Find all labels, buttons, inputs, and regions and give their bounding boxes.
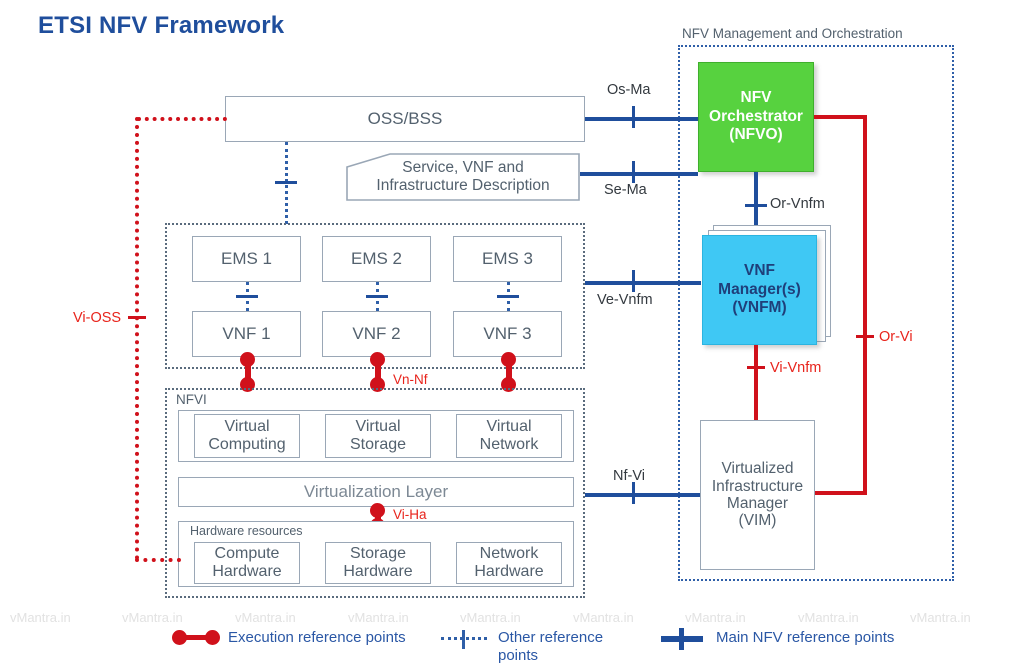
watermark: vMantra.in bbox=[685, 610, 746, 625]
ve-vnfm-line bbox=[585, 281, 701, 285]
watermark: vMantra.in bbox=[348, 610, 409, 625]
vim-box[interactable]: Virtualized Infrastructure Manager (VIM) bbox=[700, 420, 815, 570]
ve-vnfm-tick bbox=[632, 270, 635, 292]
ems-box-3[interactable]: EMS 3 bbox=[453, 236, 562, 282]
oss-bss-box[interactable]: OSS/BSS bbox=[225, 96, 585, 142]
compute-hardware-box[interactable]: Compute Hardware bbox=[194, 542, 300, 584]
nfvi-container-label: NFVI bbox=[176, 392, 207, 407]
virtual-network-box[interactable]: Virtual Network bbox=[456, 414, 562, 458]
ems-box-2[interactable]: EMS 2 bbox=[322, 236, 431, 282]
ems-vnf-tick-3 bbox=[497, 295, 519, 298]
network-hardware-box[interactable]: Network Hardware bbox=[456, 542, 562, 584]
oss-to-ems-tick bbox=[275, 181, 297, 184]
storage-hardware-box[interactable]: Storage Hardware bbox=[325, 542, 431, 584]
nfv-orchestrator-box[interactable]: NFV Orchestrator (NFVO) bbox=[698, 62, 814, 172]
main-nfv-reference-marker-icon bbox=[661, 628, 707, 650]
watermark: vMantra.in bbox=[910, 610, 971, 625]
or-vnfm-tick bbox=[745, 204, 767, 207]
vi-ha-label: Vi-Ha bbox=[393, 507, 427, 522]
page-title: ETSI NFV Framework bbox=[38, 12, 285, 39]
vnf-box-1[interactable]: VNF 1 bbox=[192, 311, 301, 357]
vn-nf-connector-2 bbox=[370, 352, 386, 392]
watermark: vMantra.in bbox=[460, 610, 521, 625]
or-vi-line-top bbox=[814, 115, 867, 119]
or-vnfm-label: Or-Vnfm bbox=[770, 196, 825, 212]
legend-label-execution: Execution reference points bbox=[228, 629, 406, 646]
ems-vnf-tick-2 bbox=[366, 295, 388, 298]
vi-vnfm-line bbox=[754, 345, 758, 420]
se-ma-label: Se-Ma bbox=[604, 182, 647, 198]
or-vi-tick bbox=[856, 335, 874, 338]
se-ma-tick bbox=[632, 161, 635, 183]
vi-oss-tick bbox=[128, 316, 146, 319]
watermark: vMantra.in bbox=[573, 610, 634, 625]
or-vi-line-bottom bbox=[815, 491, 865, 495]
se-ma-line bbox=[580, 172, 698, 176]
os-ma-line bbox=[585, 117, 698, 121]
or-vi-line-vertical bbox=[863, 115, 867, 495]
vn-nf-connector-1 bbox=[240, 352, 256, 392]
vn-nf-label: Vn-Nf bbox=[393, 372, 428, 387]
nf-vi-tick bbox=[632, 482, 635, 504]
hardware-resources-label: Hardware resources bbox=[190, 524, 303, 538]
description-box[interactable]: Service, VNF and Infrastructure Descript… bbox=[346, 153, 580, 201]
or-vi-label: Or-Vi bbox=[879, 329, 913, 345]
vi-oss-dotted-vertical bbox=[135, 117, 139, 560]
watermark: vMantra.in bbox=[235, 610, 296, 625]
virtual-computing-box[interactable]: Virtual Computing bbox=[194, 414, 300, 458]
watermark: vMantra.in bbox=[122, 610, 183, 625]
description-box-label: Service, VNF and Infrastructure Descript… bbox=[376, 159, 550, 194]
vi-oss-dotted-horizontal-top bbox=[137, 117, 227, 121]
mano-container-label: NFV Management and Orchestration bbox=[682, 26, 903, 41]
vnf-manager-box[interactable]: VNF Manager(s) (VNFM) bbox=[702, 235, 817, 345]
vi-oss-label: Vi-OSS bbox=[73, 310, 122, 326]
watermark: vMantra.in bbox=[10, 610, 71, 625]
virtual-storage-box[interactable]: Virtual Storage bbox=[325, 414, 431, 458]
vnf-box-2[interactable]: VNF 2 bbox=[322, 311, 431, 357]
vnf-box-3[interactable]: VNF 3 bbox=[453, 311, 562, 357]
ve-vnfm-label: Ve-Vnfm bbox=[597, 292, 653, 308]
vi-vnfm-tick bbox=[747, 366, 765, 369]
os-ma-tick bbox=[632, 106, 635, 128]
legend-label-main: Main NFV reference points bbox=[716, 629, 895, 646]
ems-box-1[interactable]: EMS 1 bbox=[192, 236, 301, 282]
other-reference-marker-icon bbox=[441, 630, 491, 649]
watermark: vMantra.in bbox=[798, 610, 859, 625]
nf-vi-label: Nf-Vi bbox=[613, 468, 645, 484]
ems-vnf-tick-1 bbox=[236, 295, 258, 298]
nf-vi-line bbox=[585, 493, 701, 497]
vi-vnfm-label: Vi-Vnfm bbox=[770, 360, 822, 376]
vi-oss-dotted-horizontal-bottom bbox=[135, 558, 181, 562]
execution-reference-marker-icon bbox=[172, 630, 222, 646]
vn-nf-connector-3 bbox=[501, 352, 517, 392]
legend-label-other: Other reference points bbox=[498, 629, 604, 664]
os-ma-label: Os-Ma bbox=[607, 82, 651, 98]
